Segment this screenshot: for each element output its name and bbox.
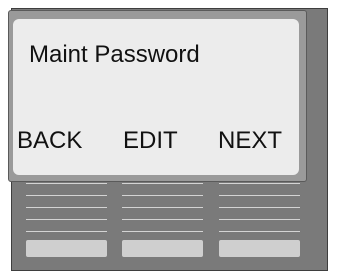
- softkey-next-label[interactable]: NEXT: [218, 127, 282, 155]
- back-hardware-button[interactable]: [26, 240, 107, 257]
- next-hardware-button[interactable]: [219, 240, 300, 257]
- softkey-back-label[interactable]: BACK: [17, 127, 82, 155]
- display-title: Maint Password: [29, 41, 200, 68]
- softkey-edit-label[interactable]: EDIT: [123, 127, 178, 155]
- lcd-display: Maint Password BACK EDIT NEXT: [13, 19, 299, 175]
- edit-hardware-button[interactable]: [122, 240, 203, 257]
